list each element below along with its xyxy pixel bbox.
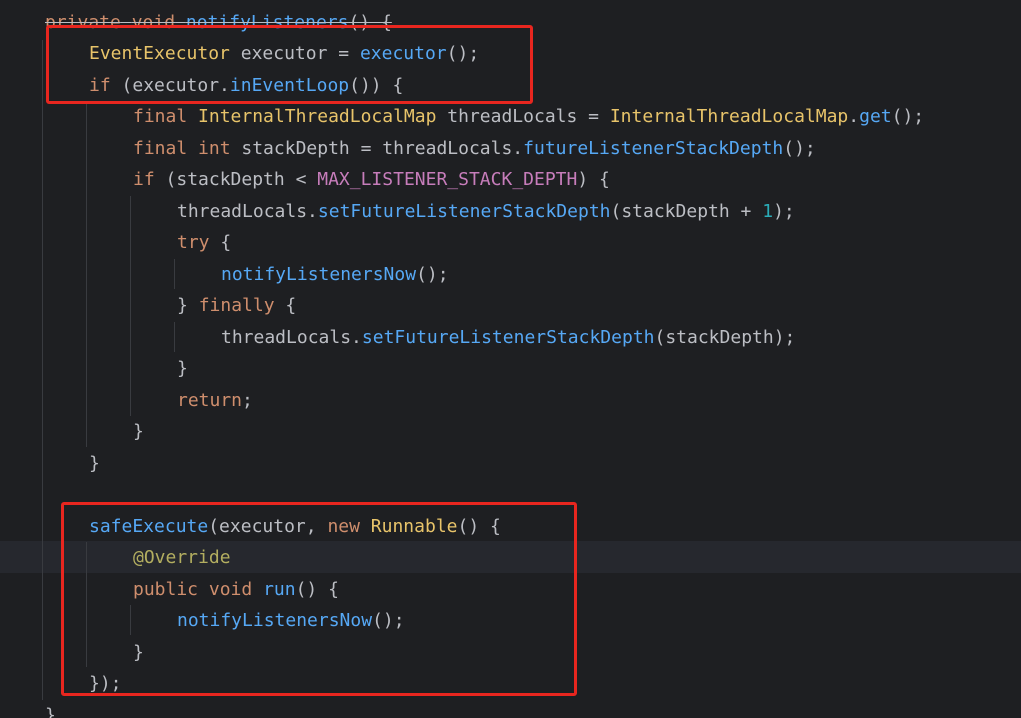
indent-guide (130, 196, 131, 416)
token-text: threadLocals. (221, 327, 362, 348)
token-keyword: finally (198, 295, 275, 316)
code-line[interactable]: } (133, 416, 144, 448)
code-line[interactable]: notifyListenersNow(); (221, 259, 449, 291)
indent-guide (42, 40, 43, 700)
token-text: ); (773, 201, 795, 222)
token-text: } (177, 295, 199, 316)
indent-guide (86, 102, 87, 447)
code-line[interactable]: if (stackDepth < MAX_LISTENER_STACK_DEPT… (133, 164, 610, 196)
token-text: threadLocals. (177, 201, 318, 222)
highlight-box-safe-execute (61, 502, 577, 696)
token-keyword: return (177, 390, 243, 411)
token-method: notifyListenersNow (221, 264, 417, 285)
indent-guide (174, 259, 175, 289)
code-line[interactable]: return; (177, 385, 253, 417)
token-text: (stackDepth); (654, 327, 796, 348)
token-text: { (274, 295, 297, 316)
code-line[interactable]: } (177, 353, 188, 385)
code-line[interactable]: } (89, 448, 100, 480)
token-text: } (177, 358, 188, 379)
token-text: { (209, 232, 232, 253)
token-keyword: if (133, 169, 155, 190)
token-constant: MAX_LISTENER_STACK_DEPTH (317, 169, 578, 190)
token-text: ; (242, 390, 253, 411)
token-method: setFutureListenerStackDepth (317, 201, 611, 222)
token-text: (); (891, 106, 925, 127)
code-editor[interactable]: private void notifyListeners() { EventEx… (0, 0, 1021, 718)
code-line[interactable]: threadLocals.setFutureListenerStackDepth… (177, 196, 795, 228)
token-text: (); (416, 264, 449, 285)
token-text: (stackDepth + (610, 201, 763, 222)
code-line[interactable]: final InternalThreadLocalMap threadLocal… (133, 101, 924, 133)
code-line[interactable]: } finally { (177, 290, 296, 322)
code-line[interactable]: threadLocals.setFutureListenerStackDepth… (221, 322, 795, 354)
token-text: threadLocals = (436, 106, 610, 127)
token-type: InternalThreadLocalMap (609, 106, 849, 127)
highlight-box-executor-check (46, 25, 533, 104)
token-text: } (89, 453, 100, 474)
token-keyword: try (177, 232, 210, 253)
token-type: InternalThreadLocalMap (198, 106, 437, 127)
token-text: stackDepth = threadLocals. (230, 138, 524, 159)
token-text: ) { (577, 169, 610, 190)
token-number: 1 (762, 201, 774, 222)
token-keyword: int (198, 138, 231, 159)
code-line[interactable]: final int stackDepth = threadLocals.futu… (133, 133, 816, 165)
token-method: get (859, 106, 892, 127)
token-text: (); (783, 138, 816, 159)
token-method: futureListenerStackDepth (523, 138, 784, 159)
code-line[interactable]: } (45, 700, 56, 718)
token-method: setFutureListenerStackDepth (361, 327, 655, 348)
token-keyword: final (133, 138, 188, 159)
token-keyword: final (133, 106, 188, 127)
code-line[interactable]: try { (177, 227, 231, 259)
indent-guide (174, 322, 175, 352)
token-text: } (133, 421, 144, 442)
token-text: (stackDepth < (154, 169, 318, 190)
token-text: } (45, 705, 56, 718)
token-text: . (848, 106, 860, 127)
